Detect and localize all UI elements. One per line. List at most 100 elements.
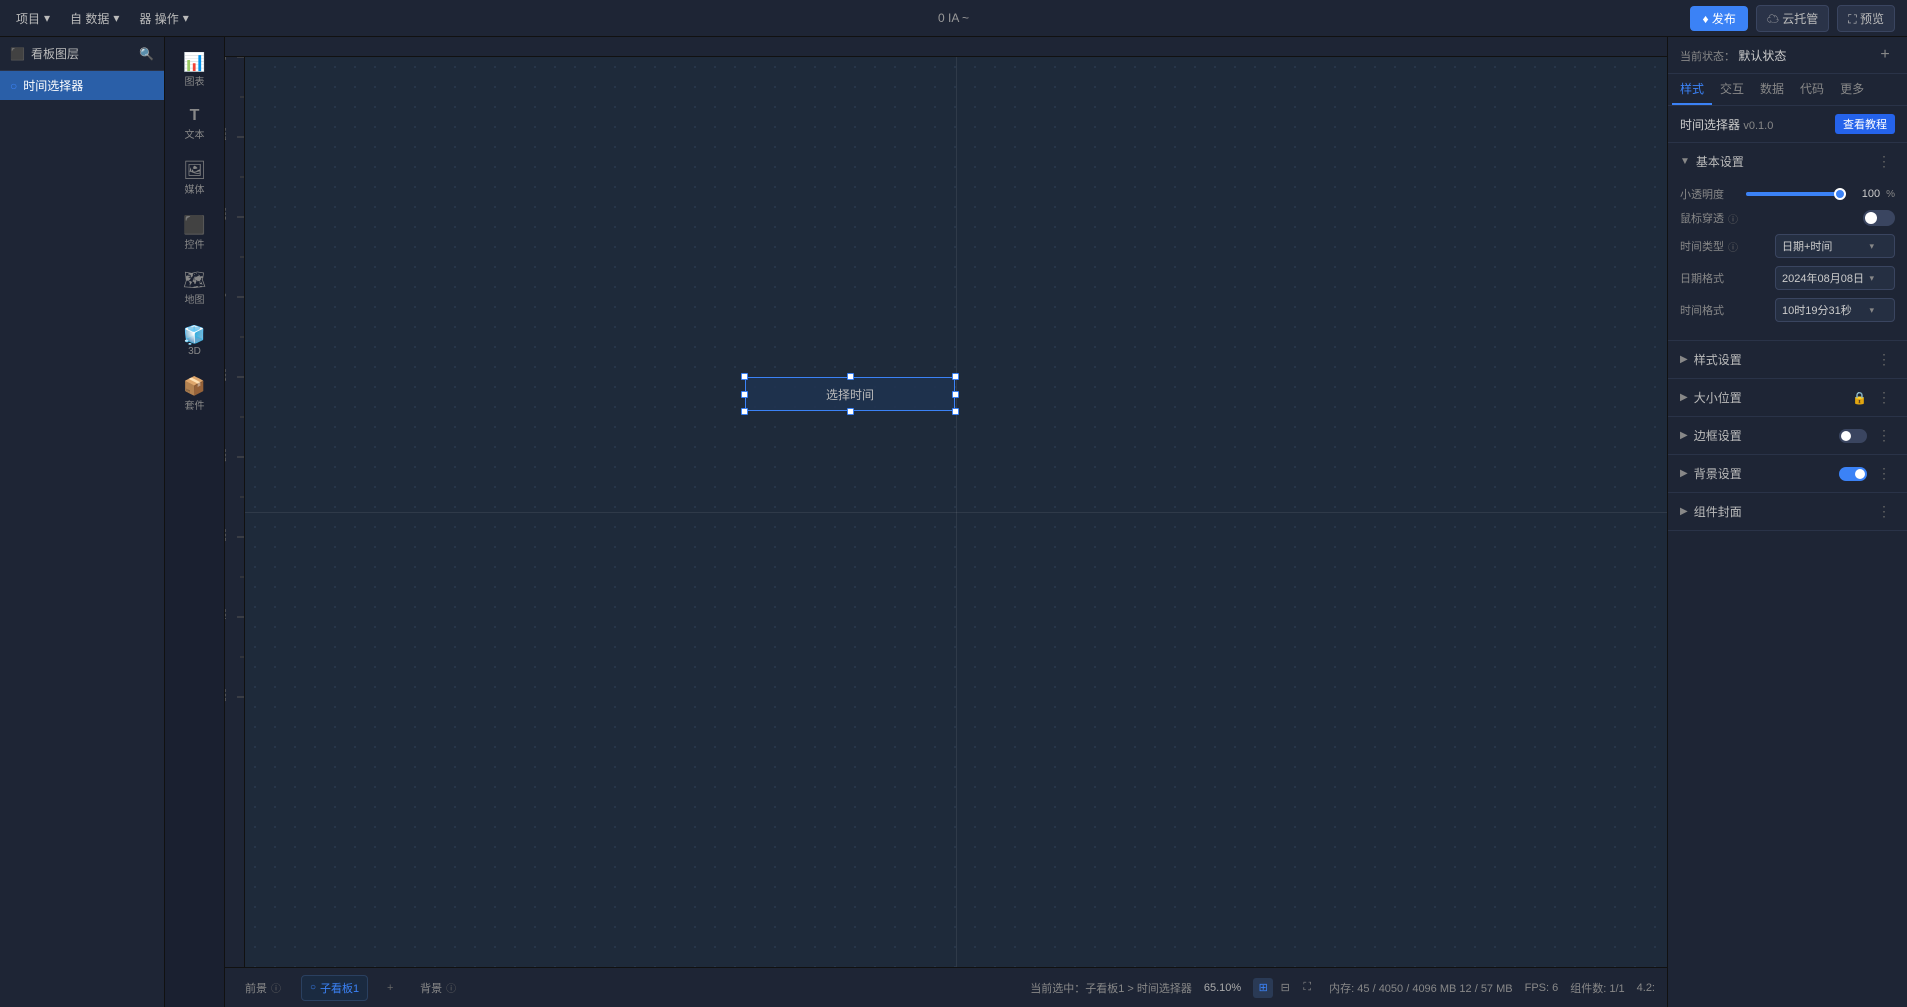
tab-subview-icon: ○ [310,982,316,993]
rp-tutorial-button[interactable]: 查看教程 [1835,114,1895,134]
selection-status: 当前选中：子看板1 > 时间选择器 [1030,980,1192,996]
date-format-select[interactable]: 2024年08月08日 ▾ [1775,266,1895,290]
menu-item-ops[interactable]: 器 操作 ▾ [131,6,196,31]
tab-foreground-info-icon: ⓘ [271,980,281,995]
rp-section-size-left: ▶ 大小位置 [1680,389,1742,406]
mouse-through-info-icon[interactable]: ⓘ [1728,211,1738,226]
border-toggle[interactable] [1839,429,1867,443]
rp-tab-code[interactable]: 代码 [1792,74,1832,105]
icon-sidebar: 📊 图表 T 文本 🖼 媒体 ⬛ 控件 🗺 地图 🧊 3D 📦 套件 [165,37,225,1007]
chart-icon: 📊 [183,53,205,71]
view-fit-icon[interactable]: ⊟ [1275,978,1295,998]
add-tab-button[interactable]: + [380,978,400,998]
background-toggle-knob [1855,469,1865,479]
sidebar-item-kit[interactable]: 📦 套件 [169,369,221,420]
canvas[interactable]: 选择时间 [245,57,1667,967]
rp-section-cover-header[interactable]: ▶ 组件封面 ⋮ [1668,493,1907,530]
publish-button[interactable]: ♦ 发布 [1690,6,1747,31]
rp-section-background-left: ▶ 背景设置 [1680,465,1742,482]
handle-top-right[interactable] [952,373,959,380]
handle-top-mid[interactable] [847,373,854,380]
mouse-through-toggle[interactable] [1863,210,1895,226]
handle-top-left[interactable] [741,373,748,380]
rp-section-border: ▶ 边框设置 ⋮ [1668,417,1907,455]
section-style-menu-icon[interactable]: ⋮ [1873,349,1895,370]
time-format-select[interactable]: 10时19分31秒 ▾ [1775,298,1895,322]
layer-search-icon[interactable]: 🔍 [139,47,154,61]
time-selector-widget[interactable]: 选择时间 [745,377,955,411]
mouse-through-toggle-knob [1865,212,1877,224]
section-cover-menu-icon[interactable]: ⋮ [1873,501,1895,522]
rp-section-background-header[interactable]: ▶ 背景设置 ⋮ [1668,455,1907,492]
menu-item-project[interactable]: 项目 ▾ [8,6,58,31]
rp-section-size-header[interactable]: ▶ 大小位置 🔒 ⋮ [1668,379,1907,416]
rp-section-border-header[interactable]: ▶ 边框设置 ⋮ [1668,417,1907,454]
3d-icon: 🧊 [183,326,205,344]
background-toggle[interactable] [1839,467,1867,481]
rp-tabs: 样式 交互 数据 代码 更多 [1668,74,1907,106]
menu-item-data[interactable]: 自 数据 ▾ [62,6,127,31]
time-type-select[interactable]: 日期+时间 ▾ [1775,234,1895,258]
memory-info: 内存: 45 / 4050 / 4096 MB 12 / 57 MB [1329,980,1512,996]
rp-section-basic-header[interactable]: ▼ 基本设置 ⋮ [1668,143,1907,180]
sidebar-item-control[interactable]: ⬛ 控件 [169,208,221,259]
sidebar-item-map[interactable]: 🗺 地图 [169,263,221,314]
size-lock-icon[interactable]: 🔒 [1852,391,1867,405]
prop-time-type-label: 时间类型 ⓘ [1680,238,1738,254]
sidebar-item-media[interactable]: 🖼 媒体 [169,153,221,204]
chevron-right-icon-cover: ▶ [1680,506,1688,517]
view-grid-icon[interactable]: ⊞ [1253,978,1273,998]
rp-section-style-title: 样式设置 [1694,351,1742,368]
bottombar: 前景 ⓘ ○ 子看板1 + 背景 ⓘ 当前选中：子看板1 > 时间选择器 65.… [225,967,1667,1007]
sidebar-item-3d[interactable]: 🧊 3D [169,318,221,365]
layer-item-time-selector[interactable]: ○ 时间选择器 [0,71,164,100]
section-size-menu-icon[interactable]: ⋮ [1873,387,1895,408]
prop-time-format-label: 时间格式 [1680,302,1724,318]
tab-foreground-label: 前景 [245,980,267,996]
chevron-right-icon-bg: ▶ [1680,468,1688,479]
sidebar-item-text[interactable]: T 文本 [169,100,221,149]
tab-foreground[interactable]: 前景 ⓘ [237,976,289,1000]
opacity-slider-track[interactable] [1746,192,1846,196]
rp-tab-more[interactable]: 更多 [1832,74,1872,105]
rp-section-size: ▶ 大小位置 🔒 ⋮ [1668,379,1907,417]
handle-bot-mid[interactable] [847,408,854,415]
opacity-slider-thumb[interactable] [1834,188,1846,200]
handle-bot-right[interactable] [952,408,959,415]
rp-section-style: ▶ 样式设置 ⋮ [1668,341,1907,379]
cloud-button[interactable]: ☁ 云托管 [1756,5,1829,32]
rp-add-state-button[interactable]: + [1875,45,1895,65]
component-count: 组件数: 1/1 [1570,980,1624,996]
sidebar-item-chart[interactable]: 📊 图表 [169,45,221,96]
time-type-info-icon[interactable]: ⓘ [1728,239,1738,254]
rp-tab-interact[interactable]: 交互 [1712,74,1752,105]
opacity-value: 100 [1852,188,1880,200]
handle-mid-right[interactable] [952,391,959,398]
date-format-select-arrow: ▾ [1869,273,1874,284]
tab-background[interactable]: 背景 ⓘ [412,976,464,1000]
prop-opacity-label: 小透明度 [1680,186,1724,202]
rp-section-style-header[interactable]: ▶ 样式设置 ⋮ [1668,341,1907,378]
text-icon: T [190,108,200,124]
topbar: 项目 ▾ 自 数据 ▾ 器 操作 ▾ 0 IA ~ ♦ 发布 ☁ 云托管 ⛶ 预… [0,0,1907,37]
rp-status-header: 当前状态： 默认状态 + [1668,37,1907,74]
rp-comp-name: 时间选择器 [1680,118,1740,132]
rp-tab-data[interactable]: 数据 [1752,74,1792,105]
view-full-icon[interactable]: ⛶ [1297,978,1317,998]
handle-bot-left[interactable] [741,408,748,415]
rp-section-cover-left: ▶ 组件封面 [1680,503,1742,520]
rp-tab-style[interactable]: 样式 [1672,74,1712,105]
section-basic-menu-icon[interactable]: ⋮ [1873,151,1895,172]
svg-text:400: 400 [225,608,228,622]
rp-comp-name-ver: 时间选择器 v0.1.0 [1680,116,1773,133]
section-background-menu-icon[interactable]: ⋮ [1873,463,1895,484]
tab-subview[interactable]: ○ 子看板1 [301,975,368,1001]
preview-button[interactable]: ⛶ 预览 [1837,5,1895,32]
tab-background-info-icon: ⓘ [446,980,456,995]
rp-section-basic: ▼ 基本设置 ⋮ 小透明度 100 % [1668,143,1907,341]
section-border-menu-icon[interactable]: ⋮ [1873,425,1895,446]
layer-panel-title: ⬛ 看板图层 [10,45,79,62]
prop-date-format: 日期格式 2024年08月08日 ▾ [1680,266,1895,290]
widget-container[interactable]: 选择时间 [745,377,955,411]
handle-mid-left[interactable] [741,391,748,398]
